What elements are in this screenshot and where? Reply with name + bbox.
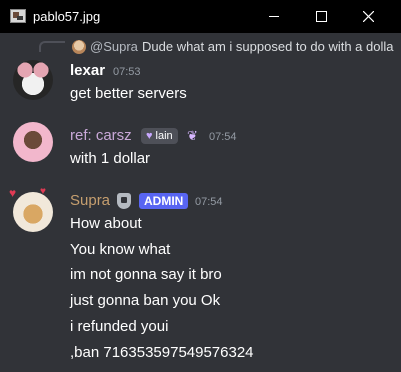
message-text: get better servers: [70, 85, 187, 102]
message-text: You know what: [70, 241, 171, 258]
reply-connector: [39, 41, 65, 52]
timestamp: 07:53: [113, 66, 141, 78]
username-supra[interactable]: Supra: [70, 192, 110, 209]
close-button[interactable]: [345, 0, 391, 33]
guild-tag-label: lain: [155, 130, 173, 142]
message-text: i refunded youi: [70, 318, 169, 335]
avatar-supra[interactable]: [13, 192, 53, 232]
maximize-button[interactable]: [298, 0, 344, 33]
message-text: ,ban 716353597549576324: [70, 344, 254, 361]
guild-tag[interactable]: ♥ lain: [141, 128, 178, 144]
avatar-carsz[interactable]: [13, 122, 53, 162]
avatar-lexar[interactable]: [13, 60, 53, 100]
minimize-button[interactable]: [251, 0, 297, 33]
timestamp: 07:54: [209, 131, 237, 143]
username-lexar[interactable]: lexar: [70, 62, 105, 79]
timestamp: 07:54: [195, 196, 223, 208]
reply-preview-text[interactable]: Dude what am i supposed to do with a dol…: [142, 39, 401, 54]
image-file-icon: [10, 9, 26, 23]
message-text: How about: [70, 215, 142, 232]
window-titlebar: pablo57.jpg: [0, 0, 401, 33]
message-text: with 1 dollar: [70, 150, 151, 167]
role-badge: ADMIN: [139, 193, 189, 209]
close-icon: [362, 11, 374, 22]
message-text: just gonna ban you Ok: [70, 292, 221, 309]
maximize-icon: [315, 11, 327, 22]
heart-decoration-icon: ♥: [9, 186, 17, 200]
heart-icon: ♥: [146, 130, 153, 142]
minimize-icon: [269, 16, 279, 17]
bunny-icon: ❦: [187, 128, 198, 143]
reply-avatar[interactable]: [72, 40, 86, 54]
message-text: im not gonna say it bro: [70, 266, 222, 283]
reply-username[interactable]: @Supra: [90, 39, 138, 54]
shield-icon: [117, 193, 131, 209]
window-title: pablo57.jpg: [33, 9, 101, 24]
username-carsz[interactable]: ref: carsz: [70, 127, 132, 144]
